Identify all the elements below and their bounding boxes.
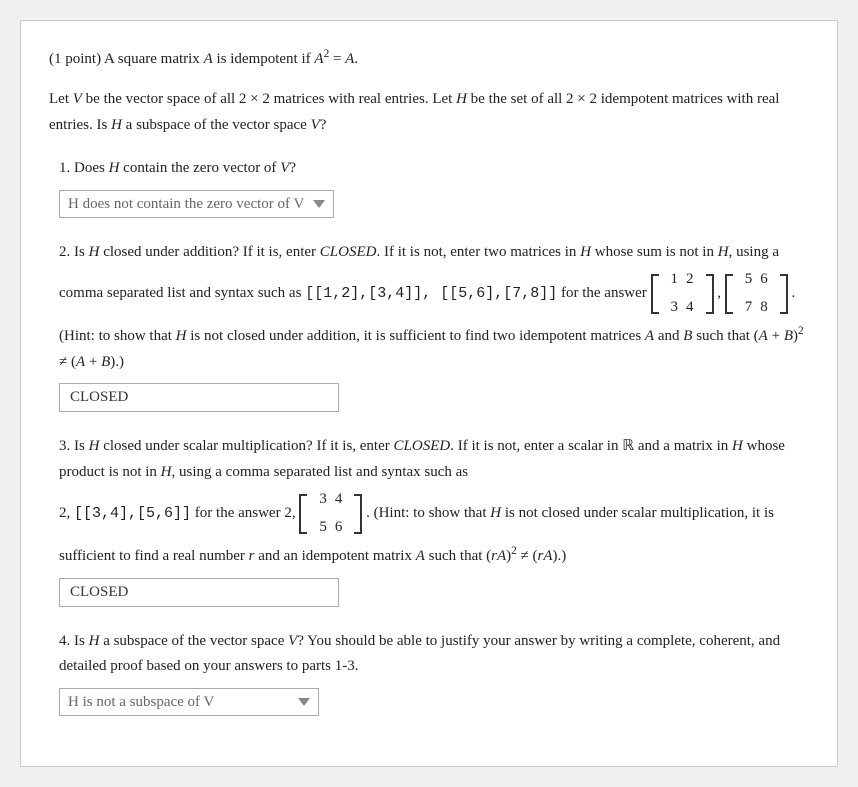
question-2: 2. Is H closed under addition? If it is,… <box>59 240 809 413</box>
question-1: 1. Does H contain the zero vector of V? … <box>59 156 809 218</box>
question-2-label: 2. Is H closed under addition? If it is,… <box>59 240 809 376</box>
question-4-select[interactable]: H is not a subspace of V H is a subspace… <box>59 688 319 716</box>
question-1-input-wrapper: H does not contain the zero vector of V … <box>59 190 809 218</box>
q2-comma: , <box>717 285 725 301</box>
question-3-label: 3. Is H closed under scalar multiplicati… <box>59 434 809 570</box>
problem-text-line: Let V be the vector space of all 2 × 2 m… <box>49 87 809 138</box>
q2-text-for: for the answer <box>561 285 651 301</box>
intro-section: (1 point) A square matrix A is idempoten… <box>49 45 809 71</box>
q3-text-pre: 3. Is H closed under scalar multiplicati… <box>59 438 785 480</box>
page-container: (1 point) A square matrix A is idempoten… <box>20 20 838 767</box>
questions-section: 1. Does H contain the zero vector of V? … <box>59 156 809 716</box>
q3-text-example: 2, [[3,4],[5,6]] for the answer 2, <box>59 505 299 521</box>
question-2-input[interactable] <box>59 383 339 412</box>
matrix-1-display: 12 34 <box>651 265 714 322</box>
problem-description: Let V be the vector space of all 2 × 2 m… <box>49 87 809 138</box>
matrix-3-display: 34 56 <box>299 485 362 542</box>
question-3: 3. Is H closed under scalar multiplicati… <box>59 434 809 607</box>
intro-line1: (1 point) A square matrix A is idempoten… <box>49 45 809 71</box>
matrix-2-display: 56 78 <box>725 265 788 322</box>
question-4: 4. Is H a subspace of the vector space V… <box>59 629 809 716</box>
question-4-label: 4. Is H a subspace of the vector space V… <box>59 629 809 680</box>
question-1-select[interactable]: H does not contain the zero vector of V … <box>59 190 334 218</box>
question-4-input-wrapper: H is not a subspace of V H is a subspace… <box>59 688 809 716</box>
question-3-input[interactable] <box>59 578 339 607</box>
question-1-label: 1. Does H contain the zero vector of V? <box>59 156 809 182</box>
